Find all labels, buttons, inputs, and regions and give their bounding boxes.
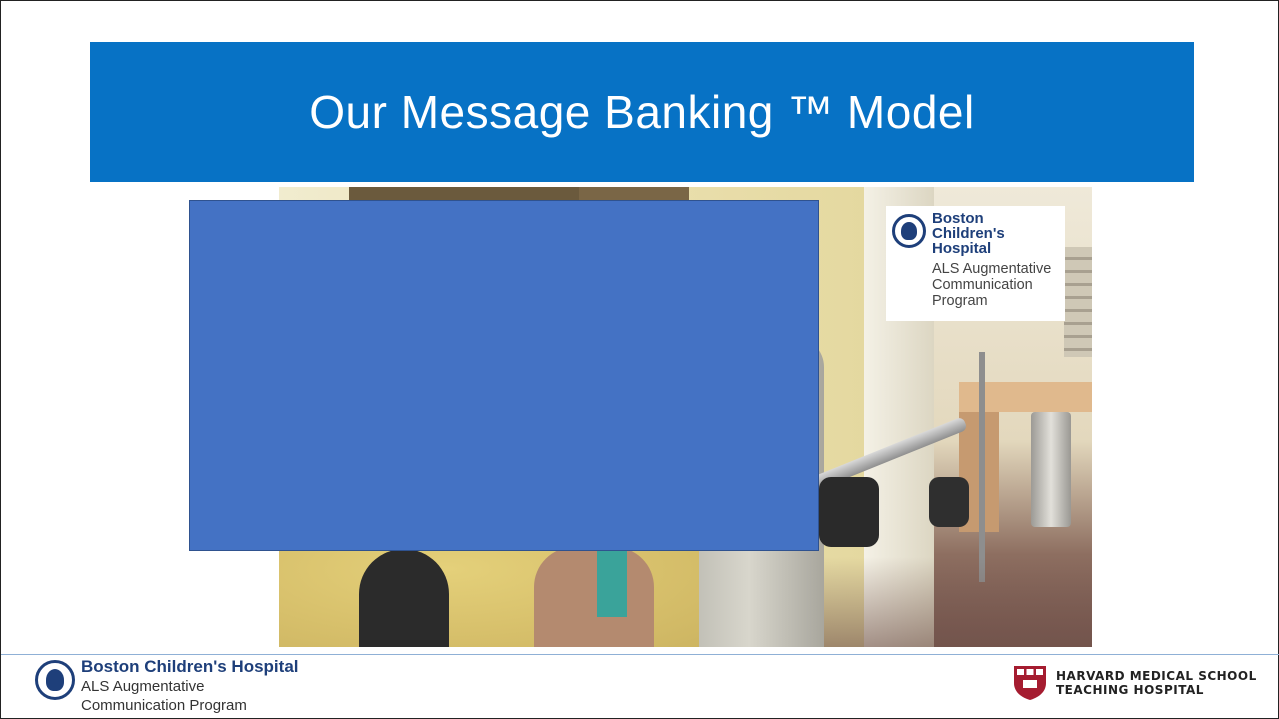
person-arm [534, 547, 654, 647]
footer-program-name: ALS Augmentative Communication Program [81, 678, 247, 714]
wheelchair-control [359, 549, 449, 647]
footer-hospital-name: Boston Children's Hospital [81, 657, 299, 676]
harvard-affiliation: HARVARD MEDICAL SCHOOL TEACHING HOSPITAL [1056, 669, 1257, 697]
logo-hospital-name: Boston Children's Hospital [932, 210, 1005, 257]
iv-pole [979, 352, 985, 582]
placeholder-rectangle [189, 200, 819, 551]
boston-childrens-seal-icon [892, 214, 926, 248]
trash-can [1031, 412, 1071, 527]
slide-title: Our Message Banking ™ Model [309, 86, 975, 138]
mount-clamp [819, 477, 879, 547]
title-band: Our Message Banking ™ Model [90, 42, 1194, 182]
mount-clamp [929, 477, 969, 527]
bookshelf [1064, 247, 1092, 357]
slide: Our Message Banking ™ Model Boston Child… [0, 0, 1279, 719]
footer-divider [1, 654, 1279, 655]
video-logo-card: Boston Children's Hospital ALS Augmentat… [886, 206, 1065, 321]
boston-childrens-seal-icon [35, 660, 75, 700]
teal-object [597, 547, 627, 617]
harvard-veritas-shield-icon [1014, 666, 1046, 700]
logo-program-name: ALS Augmentative Communication Program [932, 261, 1052, 309]
